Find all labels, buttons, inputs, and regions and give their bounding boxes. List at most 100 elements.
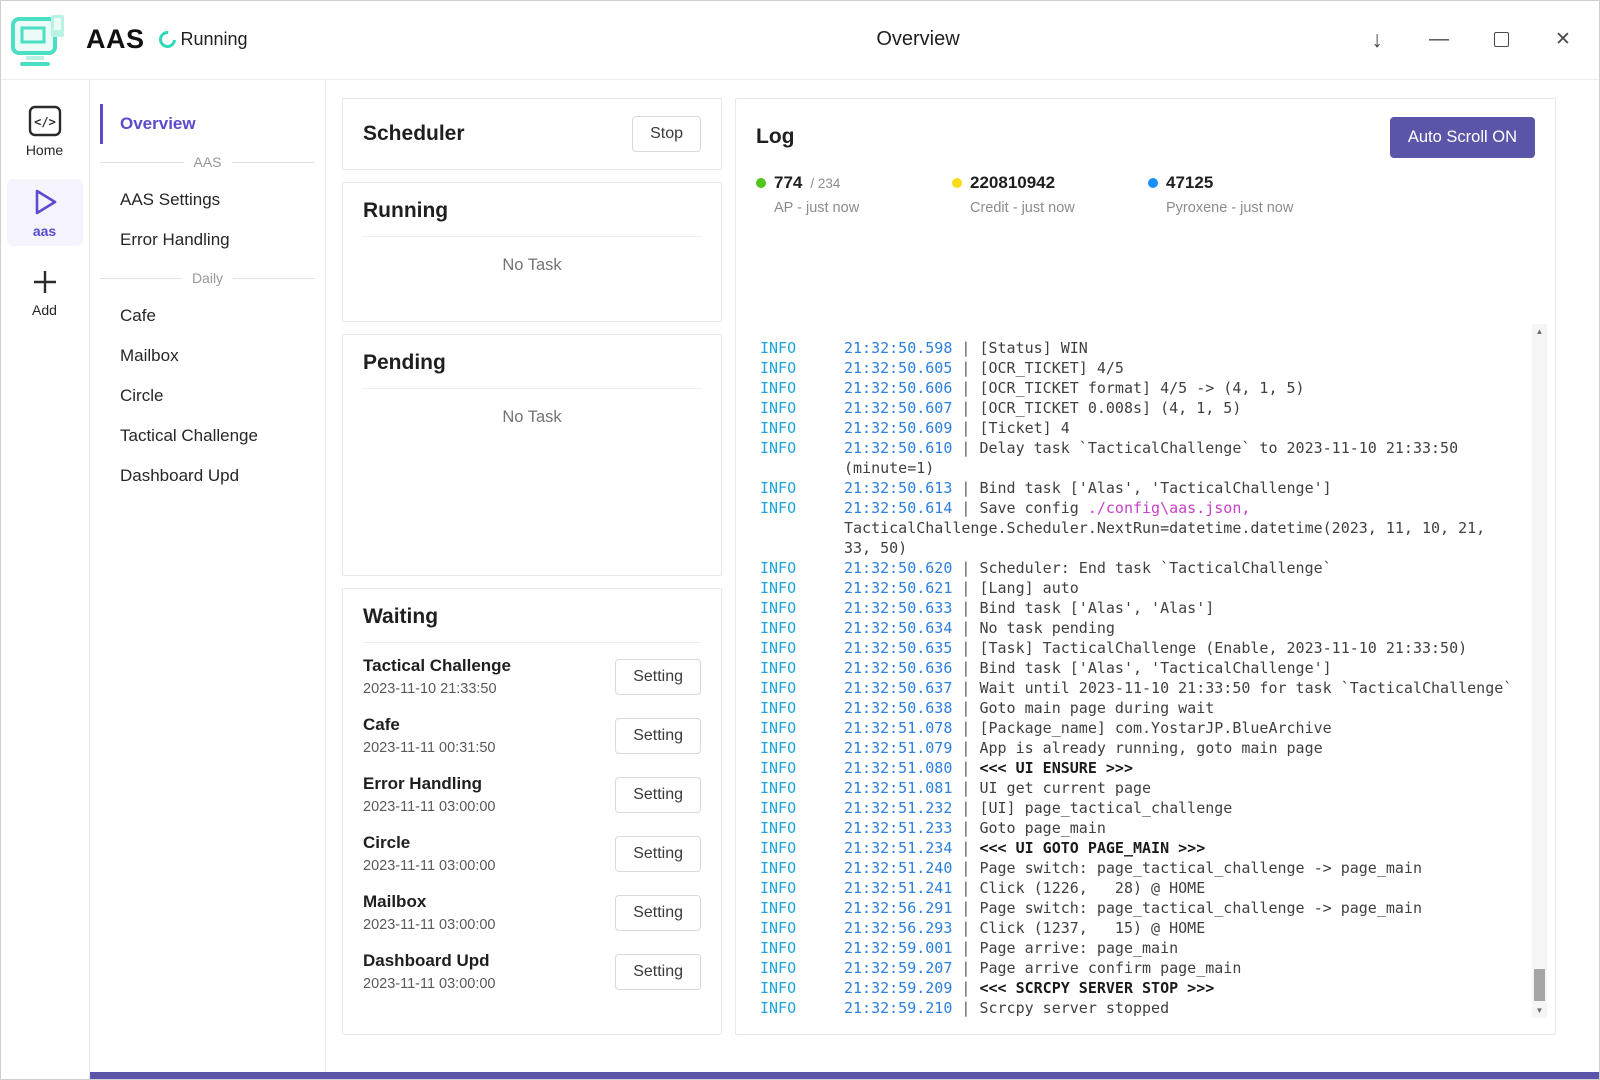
sidebar-item-aas[interactable]: aas <box>7 179 83 246</box>
log-timestamp: 21:32:50.607 <box>844 399 952 417</box>
log-line: INFO21:32:50.614 | Save config ./config\… <box>760 498 1535 558</box>
log-timestamp: 21:32:51.078 <box>844 719 952 737</box>
menu-item-aas-settings[interactable]: AAS Settings <box>100 180 315 220</box>
log-message: Page arrive confirm page_main <box>979 959 1241 977</box>
log-message: Bind task ['Alas', 'Alas'] <box>979 599 1214 617</box>
log-line: INFO21:32:50.620 | Scheduler: End task `… <box>760 558 1535 578</box>
waiting-task-name: Circle <box>363 833 496 853</box>
log-content: 21:32:50.620 | Scheduler: End task `Tact… <box>844 558 1516 578</box>
app-name: AAS <box>86 24 145 55</box>
window-controls: ↓ — ✕ <box>1364 27 1576 53</box>
waiting-task-row-dashboard-upd: Dashboard Upd2023-11-11 03:00:00Setting <box>363 942 701 1001</box>
sidebar-item-home[interactable]: </> Home <box>7 98 83 165</box>
log-message: Click (1237, 15) @ HOME <box>979 919 1205 937</box>
scroll-down-arrow-icon[interactable]: ▼ <box>1532 1003 1547 1018</box>
log-line: INFO21:32:50.598 | [Status] WIN <box>760 338 1535 358</box>
stop-button[interactable]: Stop <box>632 116 701 152</box>
stat-pyroxene: 47125Pyroxene - just now <box>1148 173 1344 216</box>
log-content: 21:32:50.634 | No task pending <box>844 618 1516 638</box>
stat-top: 47125 <box>1148 173 1344 193</box>
log-level: INFO <box>760 818 844 838</box>
log-timestamp: 21:32:50.605 <box>844 359 952 377</box>
log-message: [UI] page_tactical_challenge <box>979 799 1232 817</box>
setting-button-circle[interactable]: Setting <box>615 836 701 872</box>
minimize-button[interactable]: — <box>1426 27 1452 53</box>
log-line: INFO21:32:59.207 | Page arrive confirm p… <box>760 958 1535 978</box>
menu-item-tactical-challenge[interactable]: Tactical Challenge <box>100 416 315 456</box>
log-line: INFO21:32:50.605 | [OCR_TICKET] 4/5 <box>760 358 1535 378</box>
log-message: Page arrive: page_main <box>979 939 1178 957</box>
log-timestamp: 21:32:51.080 <box>844 759 952 777</box>
stat-credit: 220810942Credit - just now <box>952 173 1148 216</box>
log-level: INFO <box>760 918 844 938</box>
log-timestamp: 21:32:50.634 <box>844 619 952 637</box>
log-level: INFO <box>760 598 844 618</box>
log-level: INFO <box>760 338 844 358</box>
setting-button-error-handling[interactable]: Setting <box>615 777 701 813</box>
sidebar-item-add[interactable]: Add <box>7 260 83 325</box>
auto-scroll-toggle[interactable]: Auto Scroll ON <box>1390 117 1535 158</box>
log-line: INFO21:32:50.609 | [Ticket] 4 <box>760 418 1535 438</box>
log-separator: | <box>952 999 979 1017</box>
log-line: INFO21:32:59.209 | <<< SCRCPY SERVER STO… <box>760 978 1535 998</box>
setting-button-dashboard-upd[interactable]: Setting <box>615 954 701 990</box>
log-level: INFO <box>760 978 844 998</box>
log-separator: | <box>952 659 979 677</box>
log-level: INFO <box>760 838 844 858</box>
log-content: 21:32:56.293 | Click (1237, 15) @ HOME <box>844 918 1516 938</box>
log-line: INFO21:32:51.241 | Click (1226, 28) @ HO… <box>760 878 1535 898</box>
menu-item-overview[interactable]: Overview <box>100 104 315 144</box>
setting-button-tactical-challenge[interactable]: Setting <box>615 659 701 695</box>
log-level: INFO <box>760 498 844 558</box>
menu-item-dashboard-upd[interactable]: Dashboard Upd <box>100 456 315 496</box>
stat-label: AP - just now <box>756 200 952 216</box>
log-timestamp: 21:32:51.241 <box>844 879 952 897</box>
log-content: 21:32:50.613 | Bind task ['Alas', 'Tacti… <box>844 478 1516 498</box>
log-card: Log Auto Scroll ON 774/ 234AP - just now… <box>735 98 1556 1035</box>
menu-item-mailbox[interactable]: Mailbox <box>100 336 315 376</box>
waiting-task-info: Circle2023-11-11 03:00:00 <box>363 833 496 874</box>
download-update-icon[interactable]: ↓ <box>1364 27 1390 53</box>
scroll-up-arrow-icon[interactable]: ▲ <box>1532 324 1547 339</box>
menu-item-circle[interactable]: Circle <box>100 376 315 416</box>
log-scrollbar[interactable]: ▲ ▼ <box>1532 324 1547 1018</box>
log-line: INFO21:32:51.232 | [UI] page_tactical_ch… <box>760 798 1535 818</box>
log-content: 21:32:51.240 | Page switch: page_tactica… <box>844 858 1516 878</box>
log-separator: | <box>952 499 979 517</box>
log-separator: | <box>952 759 979 777</box>
log-separator: | <box>952 599 979 617</box>
menu-item-error-handling[interactable]: Error Handling <box>100 220 315 260</box>
log-line: INFO21:32:50.633 | Bind task ['Alas', 'A… <box>760 598 1535 618</box>
maximize-button[interactable] <box>1488 27 1514 53</box>
log-line: INFO21:32:56.291 | Page switch: page_tac… <box>760 898 1535 918</box>
stat-top: 774/ 234 <box>756 173 952 193</box>
log-timestamp: 21:32:50.613 <box>844 479 952 497</box>
log-timestamp: 21:32:56.293 <box>844 919 952 937</box>
log-timestamp: 21:32:50.598 <box>844 339 952 357</box>
log-timestamp: 21:32:50.609 <box>844 419 952 437</box>
log-content: 21:32:50.635 | [Task] TacticalChallenge … <box>844 638 1516 658</box>
log-separator: | <box>952 719 979 737</box>
log-viewer: INFO21:32:50.598 | [Status] WININFO21:32… <box>756 324 1535 1018</box>
log-separator: | <box>952 559 979 577</box>
waiting-card: Waiting Tactical Challenge2023-11-10 21:… <box>342 588 722 1035</box>
log-message: <<< UI GOTO PAGE_MAIN >>> <box>979 839 1205 857</box>
log-content: 21:32:51.241 | Click (1226, 28) @ HOME <box>844 878 1516 898</box>
running-title: Running <box>363 199 701 223</box>
waiting-task-name: Mailbox <box>363 892 496 912</box>
setting-button-cafe[interactable]: Setting <box>615 718 701 754</box>
log-message: [OCR_TICKET 0.008s] (4, 1, 5) <box>979 399 1241 417</box>
scrollbar-thumb[interactable] <box>1534 969 1545 1001</box>
log-timestamp: 21:32:50.610 <box>844 439 952 457</box>
log-message: [Package_name] com.YostarJP.BlueArchive <box>979 719 1331 737</box>
log-level: INFO <box>760 718 844 738</box>
log-separator: | <box>952 819 979 837</box>
menu-item-cafe[interactable]: Cafe <box>100 296 315 336</box>
log-separator: | <box>952 859 979 877</box>
log-timestamp: 21:32:59.209 <box>844 979 952 997</box>
close-button[interactable]: ✕ <box>1550 27 1576 53</box>
waiting-task-name: Error Handling <box>363 774 496 794</box>
log-content: 21:32:56.291 | Page switch: page_tactica… <box>844 898 1516 918</box>
setting-button-mailbox[interactable]: Setting <box>615 895 701 931</box>
log-line: INFO21:32:56.293 | Click (1237, 15) @ HO… <box>760 918 1535 938</box>
